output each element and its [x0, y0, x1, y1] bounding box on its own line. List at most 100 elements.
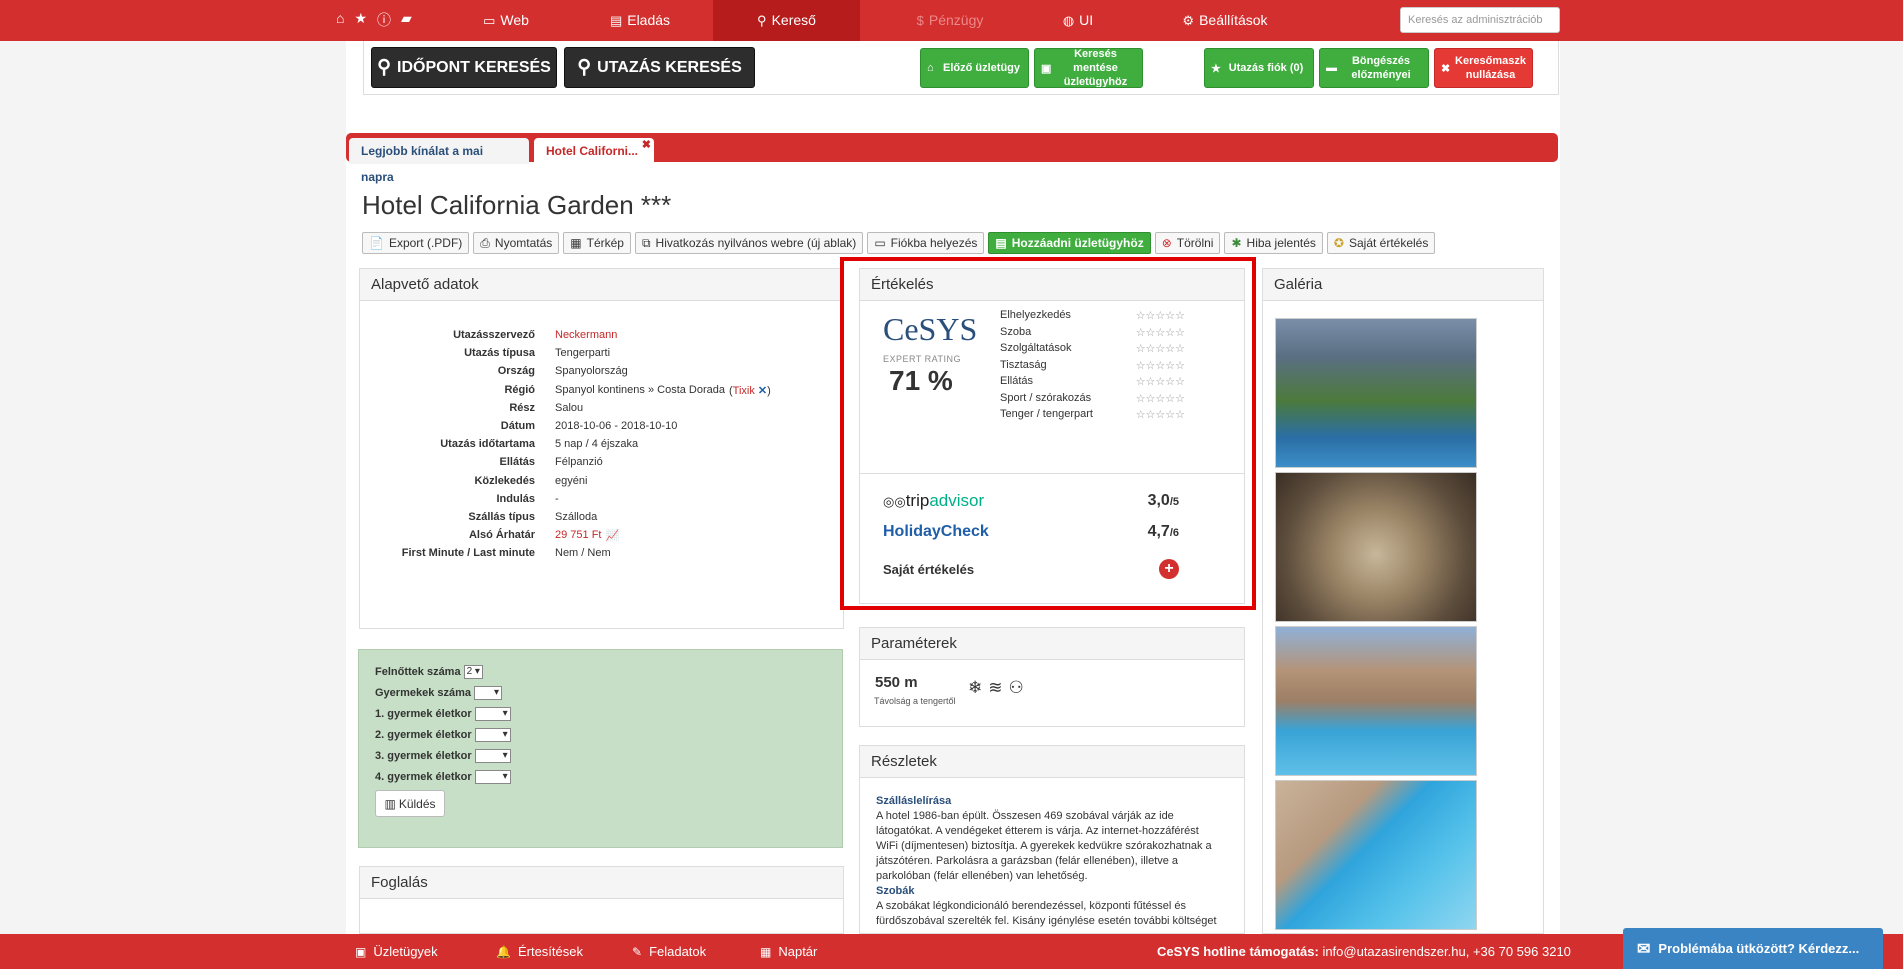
delete-icon: ⊗: [1161, 236, 1172, 250]
amenity-icons: ❄ ≋ ⚇: [968, 678, 1024, 698]
nav-sales[interactable]: ▤ Eladás: [600, 0, 680, 41]
bottom-calendar[interactable]: ▦ Naptár: [760, 934, 817, 969]
trip-search-button[interactable]: ⚲ UTAZÁS KERESÉS: [564, 47, 755, 88]
air-conditioning-icon: ❄: [968, 678, 983, 697]
own-rating-button[interactable]: ✪ Saját értékelés: [1326, 232, 1436, 254]
star-rating-icons[interactable]: ☆☆☆☆☆: [1136, 408, 1185, 421]
adults-row: Felnőttek száma 2 ▾: [375, 665, 483, 679]
field-label: Alsó Árhatár: [468, 529, 535, 542]
nav-web[interactable]: ▭ Web: [466, 0, 546, 41]
rating-category-row: Tisztaság ☆☆☆☆☆: [1000, 359, 1185, 372]
children-select[interactable]: ▾: [474, 686, 503, 700]
bottom-tasks[interactable]: ✎ Feladatok: [632, 934, 706, 969]
rating-category-label: Sport / szórakozás: [1000, 391, 1092, 404]
bed-icon: ▤: [995, 236, 1007, 250]
star-icon[interactable]: ★: [354, 10, 367, 30]
adults-select[interactable]: 2 ▾: [463, 665, 483, 679]
info-icon[interactable]: ⓘ: [377, 10, 391, 30]
reset-search-mask-button[interactable]: ✖ Keresőmaszk nullázása: [1434, 48, 1533, 88]
rating-panel: Értékelés CeSYS EXPERT RATING 71 % Elhel…: [859, 268, 1245, 604]
field-value: Salou: [555, 401, 584, 414]
nav-settings[interactable]: ⚙ Beállítások: [1180, 0, 1270, 41]
add-rating-icon[interactable]: +: [1159, 559, 1179, 579]
distance-value: 550 m: [875, 674, 918, 691]
star-rating-icons[interactable]: ☆☆☆☆☆: [1136, 392, 1185, 405]
basic-data-row: Indulás -: [360, 493, 860, 505]
holidaycheck-logo: HolidayCheck: [883, 523, 989, 540]
nav-finance[interactable]: $ Pénzügy: [900, 0, 1000, 41]
parameters-panel: Paraméterek 550 m Távolság a tengertől ❄…: [859, 627, 1245, 727]
add-to-account-button[interactable]: ▭ Fiókba helyezés: [867, 232, 985, 254]
basic-data-row: Utazás időtartama 5 nap / 4 éjszaka: [360, 438, 860, 450]
panel-title: Értékelés: [860, 269, 1244, 301]
child4-age-select[interactable]: ▾: [474, 770, 511, 784]
search-icon: ⚲: [757, 13, 767, 28]
field-value: 2018-10-06 - 2018-10-10: [555, 420, 678, 432]
cesys-logo: CeSYS: [883, 311, 978, 347]
chat-icon[interactable]: ▰: [401, 10, 412, 30]
report-error-button[interactable]: ✱ Hiba jelentés: [1224, 232, 1323, 254]
rating-category-row: Tenger / tengerpart ☆☆☆☆☆: [1000, 408, 1185, 421]
export-pdf-button[interactable]: 📄 Export (.PDF): [362, 232, 470, 254]
close-tab-icon[interactable]: ✖: [642, 132, 651, 158]
send-button[interactable]: ▥ Küldés: [375, 790, 445, 817]
rating-category-row: Elhelyezkedés ☆☆☆☆☆: [1000, 309, 1185, 322]
save-search-button[interactable]: ▣ Keresés mentése üzletügyhöz: [1034, 48, 1143, 88]
browse-history-button[interactable]: ▬ Böngészés előzményei: [1319, 48, 1429, 88]
home-icon: ⌂: [927, 62, 934, 74]
field-value[interactable]: Neckermann: [555, 329, 617, 341]
star-rating-icons[interactable]: ☆☆☆☆☆: [1136, 359, 1185, 372]
support-chat-button[interactable]: ✉ Problémába ütközött? Kérdezz...: [1623, 928, 1883, 969]
basic-data-panel: Alapvető adatok Utazásszervező Neckermann…: [359, 268, 844, 629]
basic-data-row: Szállás típus Szálloda: [360, 511, 860, 523]
map-button[interactable]: ▦ Térkép: [563, 232, 631, 254]
star-rating-icons[interactable]: ☆☆☆☆☆: [1136, 375, 1185, 388]
top-navigation: ⌂ ★ ⓘ ▰ ▭ Web ▤ Eladás ⚲ Kereső $ Pénzügy ◍ U…: [0, 0, 1903, 41]
bottom-notifications[interactable]: 🔔 Értesítések: [496, 934, 583, 969]
public-link-button[interactable]: ⧉ Hivatkozás nyilvános webre (új ablak): [634, 232, 864, 254]
divider: [860, 473, 1244, 474]
tab-best-offer[interactable]: Legjobb kínálat a mai napra: [349, 138, 529, 184]
children-row: Gyermekek száma ▾: [375, 686, 503, 700]
star-icon: ★: [1211, 62, 1221, 75]
distance-label: Távolság a tengertől: [874, 696, 956, 706]
child2-age-select[interactable]: ▾: [474, 728, 511, 742]
admin-search-input[interactable]: Keresés az adminisztrációb: [1400, 7, 1560, 33]
gallery-image[interactable]: [1275, 318, 1477, 468]
quick-icons: ⌂ ★ ⓘ ▰: [336, 10, 412, 30]
add-to-deal-button[interactable]: ▤ Hozzáadni üzletügyhöz: [988, 232, 1151, 254]
award-icon: ✪: [1333, 236, 1344, 250]
star-rating-icons[interactable]: ☆☆☆☆☆: [1136, 326, 1185, 339]
nav-ui[interactable]: ◍ UI: [1058, 0, 1098, 41]
gallery-image[interactable]: [1275, 626, 1477, 776]
basic-data-row: Rész Salou: [360, 402, 860, 414]
search-icon: ⚲: [577, 57, 592, 78]
rating-category-label: Tisztaság: [1000, 358, 1047, 371]
star-rating-icons[interactable]: ☆☆☆☆☆: [1136, 309, 1185, 322]
gear-icon: ⚙: [1182, 13, 1195, 28]
bottom-deals[interactable]: ▣ Üzletügyek: [355, 934, 438, 969]
child3-age-select[interactable]: ▾: [474, 749, 511, 763]
trip-account-button[interactable]: ★ Utazás fiók (0): [1204, 48, 1314, 88]
previous-deal-button[interactable]: ⌂ Előző üzletügy: [920, 48, 1029, 88]
delete-button[interactable]: ⊗ Törölni: [1154, 232, 1221, 254]
star-rating-icons[interactable]: ☆☆☆☆☆: [1136, 342, 1185, 355]
date-search-button[interactable]: ⚲ IDŐPONT KERESÉS: [371, 47, 557, 88]
nav-search[interactable]: ⚲ Kereső: [713, 0, 860, 41]
tixik-link-wrapper: (Tixik ✕): [729, 384, 771, 397]
child1-age-select[interactable]: ▾: [474, 707, 511, 721]
close-icon: ✖: [1441, 62, 1451, 75]
gallery-image[interactable]: [1275, 472, 1477, 622]
print-button[interactable]: ⎙ Nyomtatás: [473, 232, 560, 254]
field-value: Nem / Nem: [555, 547, 611, 560]
child4-row: 4. gyermek életkor ▾: [375, 770, 511, 784]
home-icon[interactable]: ⌂: [336, 10, 344, 30]
price-chart-icon[interactable]: 📈: [605, 529, 619, 542]
basic-data-row: Régió Spanyol kontinens » Costa Dorada (Ti…: [360, 384, 860, 397]
tab-hotel-california[interactable]: Hotel Californi... ✖: [534, 138, 654, 164]
details-body: Szálláslelírása A hotel 1986-ban épült. …: [876, 794, 1221, 929]
field-value: egyéni: [555, 474, 588, 487]
field-value: -: [555, 492, 559, 505]
tixik-link[interactable]: Tixik: [733, 385, 755, 397]
gallery-image[interactable]: [1275, 780, 1477, 930]
